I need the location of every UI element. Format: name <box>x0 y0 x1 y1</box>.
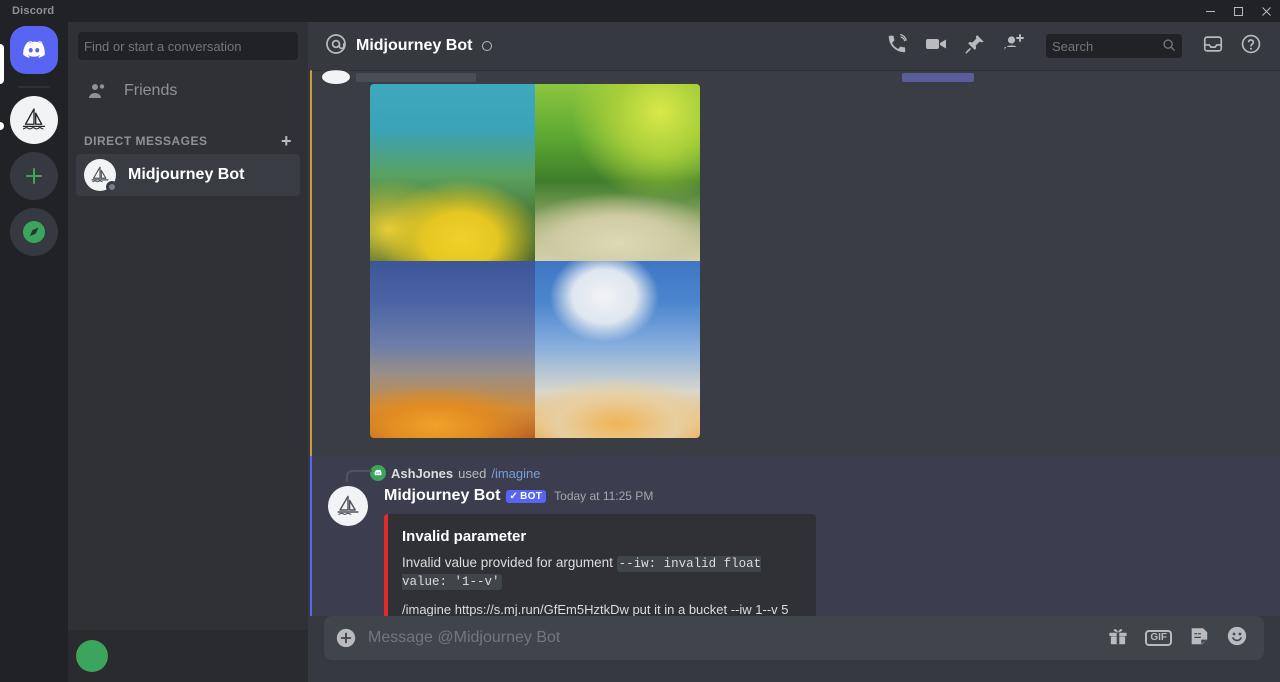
server-rail <box>0 22 68 682</box>
scrolled-message-top <box>310 70 1280 84</box>
sidebar-item-label: Friends <box>124 82 178 99</box>
embed-description-prefix: Invalid value provided for argument <box>402 555 617 570</box>
search-placeholder: Search <box>1052 38 1094 54</box>
message-composer: Message @Midjourney Bot GIF <box>308 616 1280 682</box>
message-timestamp: Today at 11:25 PM <box>554 489 654 503</box>
voice-call-icon[interactable] <box>886 33 908 60</box>
plus-circle-icon <box>336 628 356 648</box>
composer-box[interactable]: Message @Midjourney Bot GIF <box>324 616 1264 660</box>
message-input[interactable]: Message @Midjourney Bot <box>368 629 1107 647</box>
dm-list: Friends DIRECT MESSAGES + Midjourney Bot <box>68 70 308 630</box>
find-conversation-placeholder: Find or start a conversation <box>84 38 242 54</box>
image-quadrant-1[interactable] <box>370 84 535 261</box>
command-user-name[interactable]: AshJones <box>391 466 453 481</box>
at-icon <box>324 32 348 61</box>
bot-badge-label: BOT <box>520 490 543 502</box>
ephemeral-error-message: AshJones used /imagine Midjourney Bot ✓ … <box>310 456 1280 616</box>
plus-icon <box>26 168 42 184</box>
sidebar-item-label: Midjourney Bot <box>128 166 245 183</box>
upload-attachment-button[interactable] <box>324 616 368 660</box>
reply-spine <box>346 470 372 482</box>
emoji-icon[interactable] <box>1226 625 1248 652</box>
gift-icon[interactable] <box>1107 625 1129 652</box>
server-midjourney[interactable] <box>10 96 58 144</box>
command-used-label: used <box>458 465 487 481</box>
app-body: Find or start a conversation Friends DIR… <box>0 22 1280 682</box>
discord-window: Discord Find or start a conversation Fri… <box>0 0 1280 682</box>
sidebar-item-midjourney-bot[interactable]: Midjourney Bot <box>76 154 300 196</box>
gif-icon[interactable]: GIF <box>1145 629 1172 647</box>
avatar <box>76 640 108 672</box>
embed-command-echo: /imagine https://s.mj.run/GfEm5HztkDw pu… <box>402 601 789 617</box>
mention-fragment <box>902 72 974 82</box>
add-friends-icon[interactable] <box>1002 32 1026 61</box>
add-server-button[interactable] <box>10 152 58 200</box>
user-panel[interactable] <box>68 630 308 682</box>
direct-messages-category: DIRECT MESSAGES + <box>76 114 300 154</box>
channel-header: Midjourney Bot Search <box>308 22 1280 70</box>
app-name-label: Discord <box>12 5 55 17</box>
avatar <box>84 159 118 193</box>
friends-icon <box>84 79 112 103</box>
command-name-link[interactable]: /imagine <box>491 466 540 481</box>
unread-server-pill <box>0 122 4 130</box>
image-quadrant-4[interactable] <box>535 261 700 438</box>
embed-description: Invalid value provided for argument --iw… <box>402 554 800 591</box>
minimize-button[interactable] <box>1196 0 1224 22</box>
find-conversation-button[interactable]: Find or start a conversation <box>78 32 298 60</box>
sailboat-icon <box>22 108 46 130</box>
avatar[interactable] <box>328 486 368 526</box>
sailboat-icon <box>337 495 359 515</box>
message-list[interactable]: AshJones used /imagine Midjourney Bot ✓ … <box>308 70 1280 616</box>
title-bar: Discord <box>0 0 1280 22</box>
chat-area: Midjourney Bot Search AshJones used /ima… <box>308 22 1280 682</box>
error-embed: Invalid parameter Invalid value provided… <box>384 514 816 616</box>
composer-actions: GIF <box>1107 625 1248 652</box>
verified-check-icon: ✓ <box>509 490 519 502</box>
discord-logo-icon <box>23 40 45 58</box>
pinned-messages-icon[interactable] <box>964 33 986 60</box>
video-call-icon[interactable] <box>924 32 948 61</box>
command-user-avatar <box>370 465 386 481</box>
page-title: Midjourney Bot <box>356 37 473 54</box>
search-input[interactable]: Search <box>1046 34 1182 58</box>
status-badge <box>482 41 493 51</box>
inbox-icon[interactable] <box>1202 33 1224 60</box>
sticker-icon[interactable] <box>1188 625 1210 652</box>
embed-title: Invalid parameter <box>402 528 527 545</box>
message-content: Midjourney Bot ✓ BOT Today at 11:25 PM I… <box>384 486 1264 616</box>
message-meta: Midjourney Bot ✓ BOT Today at 11:25 PM <box>384 486 1264 506</box>
dm-sidebar: Find or start a conversation Friends DIR… <box>68 22 308 682</box>
add-dm-button[interactable]: + <box>281 132 292 150</box>
active-server-pill <box>0 44 4 84</box>
help-icon[interactable] <box>1240 33 1262 60</box>
sidebar-item-friends[interactable]: Friends <box>76 70 300 112</box>
message-author[interactable]: Midjourney Bot <box>384 487 500 505</box>
status-badge <box>106 181 118 193</box>
bot-badge: ✓ BOT <box>506 489 547 503</box>
image-quadrant-3[interactable] <box>370 261 535 438</box>
message-text-fragment <box>356 72 476 82</box>
home-button[interactable] <box>10 26 58 74</box>
search-icon <box>1162 38 1176 55</box>
compass-icon <box>23 221 45 243</box>
midjourney-image-grid[interactable] <box>370 84 700 438</box>
header-actions: Search <box>886 32 1272 61</box>
close-button[interactable] <box>1252 0 1280 22</box>
direct-messages-label: DIRECT MESSAGES <box>84 134 208 148</box>
image-quadrant-2[interactable] <box>535 84 700 261</box>
bot-message-row: Midjourney Bot ✓ BOT Today at 11:25 PM I… <box>312 486 1264 616</box>
rail-divider <box>18 86 50 88</box>
avatar <box>322 70 350 84</box>
explore-servers-button[interactable] <box>10 208 58 256</box>
maximize-button[interactable] <box>1224 0 1252 22</box>
command-reference: AshJones used /imagine <box>370 464 1264 482</box>
window-controls <box>1196 0 1280 22</box>
image-grid-message <box>310 84 1280 456</box>
